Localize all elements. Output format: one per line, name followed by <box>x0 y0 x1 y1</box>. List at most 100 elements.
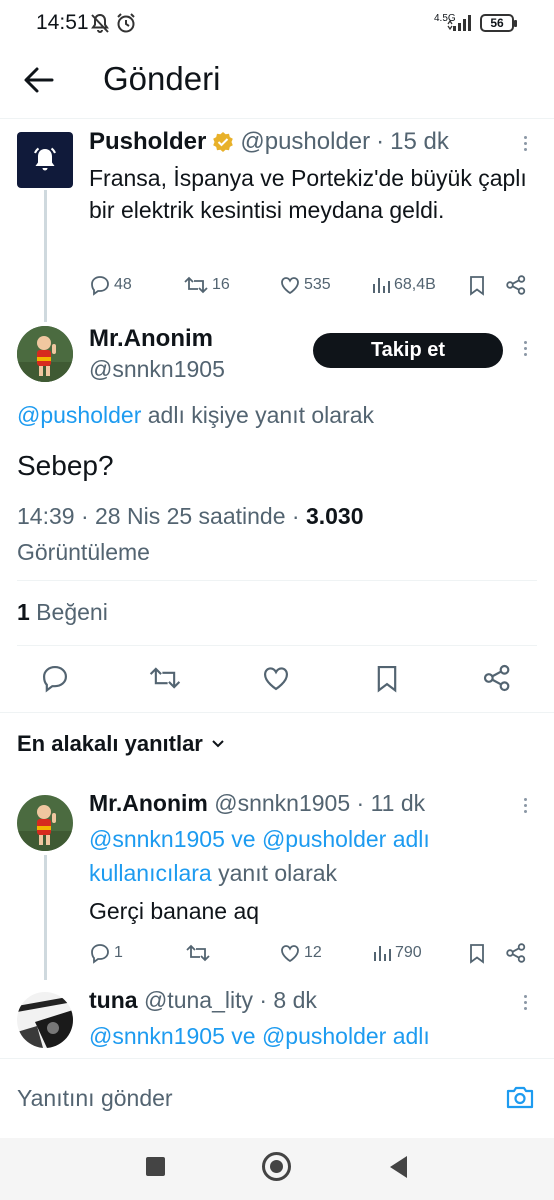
main-more-icon[interactable] <box>524 341 527 356</box>
reply1-retweet-button[interactable] <box>185 942 211 964</box>
chevron-down-icon <box>212 740 224 748</box>
reply-context-mention[interactable]: @pusholder <box>17 402 141 428</box>
home-dot <box>270 1160 283 1173</box>
replies-sort-dropdown[interactable]: En alakalı yanıtlar <box>17 731 225 757</box>
page-title: Gönderi <box>103 60 221 97</box>
parent-reply-button[interactable]: 48 <box>89 274 132 296</box>
reply1-text: Gerçi banane aq <box>89 898 260 924</box>
reply1-avatar[interactable] <box>17 795 73 851</box>
bell-icon <box>34 147 56 171</box>
parent-reply-count: 48 <box>114 276 132 293</box>
parent-author-name[interactable]: Pusholder <box>89 128 206 156</box>
reply2-more-icon[interactable] <box>524 995 527 1010</box>
mr-anonim-avatar[interactable] <box>17 326 73 382</box>
recent-apps-button[interactable] <box>146 1157 165 1176</box>
likes-stat-label: Beğeni <box>29 599 108 625</box>
status-time: 14:51 <box>36 11 89 34</box>
avatar-photo <box>17 992 73 1048</box>
parent-share-button[interactable] <box>505 274 527 296</box>
reply-input[interactable]: Yanıtını gönder <box>17 1085 173 1112</box>
parent-like-button[interactable]: 535 <box>279 274 331 296</box>
reply-icon <box>91 276 109 296</box>
bookmark-icon <box>377 666 397 693</box>
main-bookmark-button[interactable] <box>373 663 401 693</box>
main-timestamp[interactable]: 14:39 · 28 Nis 25 saatinde · <box>17 503 306 529</box>
reply1-bookmark-button[interactable] <box>467 942 487 964</box>
dot-separator: · <box>259 987 268 1013</box>
camera-button[interactable] <box>505 1083 535 1111</box>
reply-icon <box>42 665 68 693</box>
parent-bookmark-button[interactable] <box>467 274 487 296</box>
parent-retweet-count: 16 <box>212 276 230 293</box>
main-view-count: 3.030 <box>305 503 364 529</box>
main-share-button[interactable] <box>482 663 512 693</box>
main-author-name[interactable]: Mr.Anonim <box>89 325 213 353</box>
follow-button[interactable]: Takip et <box>313 333 503 368</box>
reply-context-text: adlı kişiye yanıt olarak <box>141 402 375 428</box>
reply1-time[interactable]: 11 dk <box>371 790 426 816</box>
reply1-share-button[interactable] <box>505 942 527 964</box>
reply2-author-name[interactable]: tuna <box>89 987 138 1013</box>
avatar-photo <box>17 795 73 851</box>
camera-icon <box>506 1086 534 1109</box>
alarm-icon <box>115 12 137 34</box>
main-retweet-button[interactable] <box>148 663 182 693</box>
reply1-view-count: 790 <box>395 944 422 961</box>
likes-stat[interactable]: 1 Beğeni <box>17 599 108 626</box>
reply1-like-button[interactable]: 12 <box>279 942 322 964</box>
back-button[interactable] <box>22 63 56 97</box>
home-button[interactable] <box>262 1152 291 1181</box>
battery-tip <box>514 20 517 27</box>
parent-time[interactable]: 15 dk <box>390 128 449 156</box>
reply1-context-line1[interactable]: @snnkn1905 ve @pusholder adlı <box>89 822 430 856</box>
retweet-icon <box>184 276 208 294</box>
reply2-handle[interactable]: @tuna_lity <box>144 987 253 1013</box>
parent-more-icon[interactable] <box>524 136 527 151</box>
reply-thread-connector <box>44 855 47 980</box>
thread-connector <box>44 190 47 322</box>
reply1-author-name[interactable]: Mr.Anonim <box>89 790 208 816</box>
notifications-muted-icon <box>90 13 110 35</box>
reply1-reply-count: 1 <box>114 944 123 961</box>
reply-icon <box>91 944 109 964</box>
reply1-handle[interactable]: @snnkn1905 <box>214 790 350 816</box>
reply1-context-line2: kullanıcılara yanıt olarak <box>89 856 337 890</box>
reply1-header: Mr.Anonim @snnkn1905 · 11 dk <box>89 790 425 817</box>
reply1-reply-button[interactable]: 1 <box>89 942 123 964</box>
battery-indicator: 56 <box>480 14 514 32</box>
retweet-icon <box>149 667 181 689</box>
reply1-views-button[interactable]: 790 <box>372 942 422 964</box>
back-arrow-icon <box>24 67 54 93</box>
main-view-label: Görüntüleme <box>17 539 150 565</box>
dot-separator: · <box>376 128 385 155</box>
parent-handle[interactable]: @pusholder <box>240 128 370 156</box>
reply2-context-line1[interactable]: @snnkn1905 ve @pusholder adlı <box>89 1019 430 1053</box>
reply1-more-icon[interactable] <box>524 798 527 813</box>
share-icon <box>506 943 526 963</box>
reply1-context-users[interactable]: kullanıcılara <box>89 860 212 886</box>
pusholder-avatar[interactable] <box>17 132 73 188</box>
reply2-avatar[interactable] <box>17 992 73 1048</box>
reply1-like-count: 12 <box>304 944 322 961</box>
main-like-button[interactable] <box>261 663 291 693</box>
avatar-photo <box>17 326 73 382</box>
main-author-handle[interactable]: @snnkn1905 <box>89 356 225 383</box>
parent-retweet-button[interactable]: 16 <box>183 274 230 296</box>
share-icon <box>506 275 526 295</box>
main-reply-button[interactable] <box>40 663 70 693</box>
parent-like-count: 535 <box>304 276 331 293</box>
back-triangle-icon <box>390 1156 407 1178</box>
bookmark-icon <box>470 276 484 296</box>
heart-icon <box>281 277 299 295</box>
stats-divider-bottom <box>17 645 537 646</box>
header-divider <box>0 118 554 119</box>
parent-view-count: 68,4B <box>394 276 436 293</box>
reply2-time[interactable]: 8 dk <box>273 987 316 1013</box>
dot-separator: · <box>356 790 365 816</box>
system-back-button[interactable] <box>387 1154 409 1180</box>
battery-level: 56 <box>490 16 504 30</box>
verified-badge-icon <box>212 131 234 153</box>
parent-views-button[interactable]: 68,4B <box>371 274 436 296</box>
parent-tweet-header: Pusholder @pusholder · 15 dk <box>89 128 449 156</box>
likes-stat-count: 1 <box>17 599 30 625</box>
